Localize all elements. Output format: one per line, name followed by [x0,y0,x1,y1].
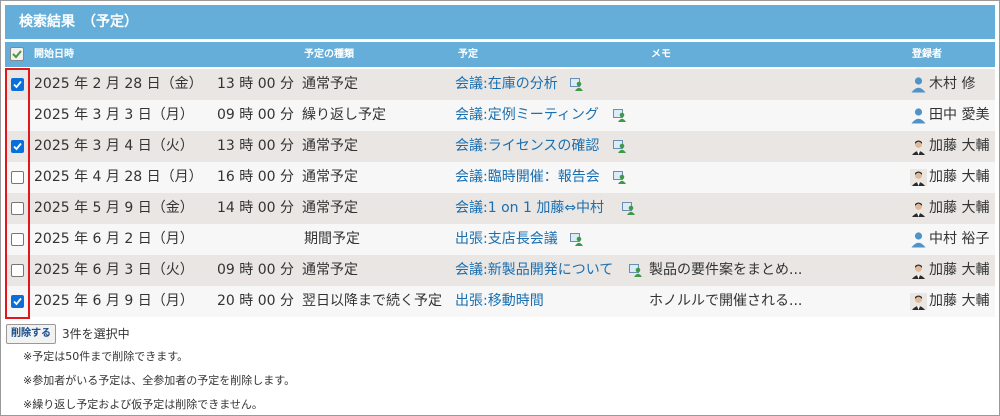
table-row: 2025 年 3 月 4 日（火） 13 時 00 分通常予定 会議:ライセンスの確… [5,131,995,162]
start-time: 16 時 00 分 [217,169,294,185]
header-type[interactable]: 予定の種類 [304,42,354,67]
schedule-link[interactable]: 会議:新製品開発について [455,255,613,286]
photo-user-icon [910,293,927,310]
memo-text: 製品の要件案をまとめ... [649,262,803,278]
participant-icon[interactable] [570,233,584,246]
table-header: 開始日時 予定の種類 予定 メモ 登録者 [5,42,995,67]
participant-icon[interactable] [613,109,627,122]
table-row: 2025 年 6 月 9 日（月） 20 時 00 分翌日以降まで続く予定 出張:移… [5,286,995,317]
schedule-link[interactable]: 会議:在庫の分析 [455,69,558,100]
schedule-type: 繰り返し予定 [302,107,386,123]
participant-icon[interactable] [570,78,584,91]
table-row: 2025 年 4 月 28 日（月） 16 時 00 分通常予定 会議:臨時開催：報… [5,162,995,193]
table-row: 2025 年 2 月 28 日（金） 13 時 00 分通常予定 会議:在庫の分析 木… [5,69,995,100]
generic-user-icon [911,77,926,93]
checkmark-icon [13,142,22,151]
row-select-checkbox[interactable] [11,233,24,246]
photo-user-icon [910,169,927,186]
generic-user-icon [911,232,926,248]
registrant-name: 加藤 大輔 [929,138,990,154]
start-date: 2025 年 3 月 3 日（月） [34,107,194,123]
schedule-link[interactable]: 会議:1 on 1 加藤⇔中村 [455,193,604,224]
row-select-checkbox[interactable] [11,171,24,184]
registrant-name: 木村 修 [929,76,976,92]
participant-icon[interactable] [622,202,636,215]
participant-icon[interactable] [613,140,627,153]
start-date: 2025 年 4 月 28 日（月） [34,169,203,185]
row-select-checkbox[interactable] [11,78,24,91]
registrant-name: 加藤 大輔 [929,293,990,309]
generic-user-icon [911,108,926,124]
row-select-checkbox[interactable] [11,140,24,153]
page-title: 検索結果 （予定） [5,5,995,39]
header-schedule[interactable]: 予定 [458,42,478,67]
registrant-name: 加藤 大輔 [929,169,990,185]
registrant-name: 中村 裕子 [929,231,990,247]
start-date: 2025 年 6 月 2 日（月） [34,231,194,247]
row-select-checkbox[interactable] [11,264,24,277]
photo-user-icon [910,262,927,279]
table-row: 2025 年 6 月 3 日（火） 09 時 00 分通常予定 会議:新製品開発につ… [5,255,995,286]
header-memo[interactable]: メモ [651,42,671,67]
row-select-checkbox[interactable] [11,295,24,308]
photo-user-icon [910,200,927,217]
delete-button[interactable]: 削除する [6,324,56,344]
participant-icon[interactable] [629,264,643,277]
start-date: 2025 年 2 月 28 日（金） [34,76,203,92]
participant-icon[interactable] [613,171,627,184]
schedule-link[interactable]: 出張:支店長会議 [455,224,558,255]
registrant-name: 加藤 大輔 [929,262,990,278]
start-time: 13 時 00 分 [217,76,294,92]
schedule-type: 翌日以降まで続く予定 [302,293,442,309]
check-icon [12,50,22,59]
schedule-link[interactable]: 出張:移動時間 [455,286,544,317]
schedule-type: 通常予定 [302,169,358,185]
registrant-name: 加藤 大輔 [929,200,990,216]
start-date: 2025 年 5 月 9 日（金） [34,200,194,216]
schedule-type: 通常予定 [302,138,358,154]
header-start-date[interactable]: 開始日時 [34,42,74,67]
note-max-delete: ※予定は50件まで削除できます。 [23,350,189,363]
start-time: 09 時 00 分 [217,107,294,123]
selection-count: 3件を選択中 [62,327,130,341]
results-table-body: 2025 年 2 月 28 日（金） 13 時 00 分通常予定 会議:在庫の分析木… [5,69,995,317]
schedule-type: 通常予定 [302,262,358,278]
registrant-name: 田中 愛美 [929,107,990,123]
table-row: 2025 年 3 月 3 日（月） 09 時 00 分繰り返し予定 会議:定例ミーテ… [5,100,995,131]
memo-text: ホノルルで開催される... [649,293,803,309]
start-time: 13 時 00 分 [217,138,294,154]
note-recurring: ※繰り返し予定および仮予定は削除できません。 [23,398,263,411]
table-row: 2025 年 6 月 2 日（月） 期間予定 出張:支店長会議 中村 裕子 [5,224,995,255]
note-participants: ※参加者がいる予定は、全参加者の予定を削除します。 [23,374,296,387]
start-time: 14 時 00 分 [217,200,294,216]
start-time: 09 時 00 分 [217,262,294,278]
start-time: 20 時 00 分 [217,293,294,309]
schedule-link[interactable]: 会議:ライセンスの確認 [455,131,599,162]
schedule-type: 期間予定 [304,231,360,247]
start-date: 2025 年 6 月 3 日（火） [34,262,194,278]
start-date: 2025 年 6 月 9 日（月） [34,293,194,309]
checkmark-icon [13,297,22,306]
start-date: 2025 年 3 月 4 日（火） [34,138,194,154]
checkmark-icon [13,80,22,89]
schedule-link[interactable]: 会議:臨時開催：報告会 [455,162,600,193]
table-row: 2025 年 5 月 9 日（金） 14 時 00 分通常予定 会議:1 on 1 … [5,193,995,224]
schedule-link[interactable]: 会議:定例ミーティング [455,100,599,131]
photo-user-icon [910,138,927,155]
schedule-type: 通常予定 [302,76,358,92]
header-registrant[interactable]: 登録者 [912,42,942,67]
schedule-type: 通常予定 [302,200,358,216]
row-select-checkbox[interactable] [11,202,24,215]
select-all-checkbox[interactable] [10,47,24,61]
search-results-panel: 検索結果 （予定） 開始日時 予定の種類 予定 メモ 登録者 2025 年 2 … [0,0,1000,416]
